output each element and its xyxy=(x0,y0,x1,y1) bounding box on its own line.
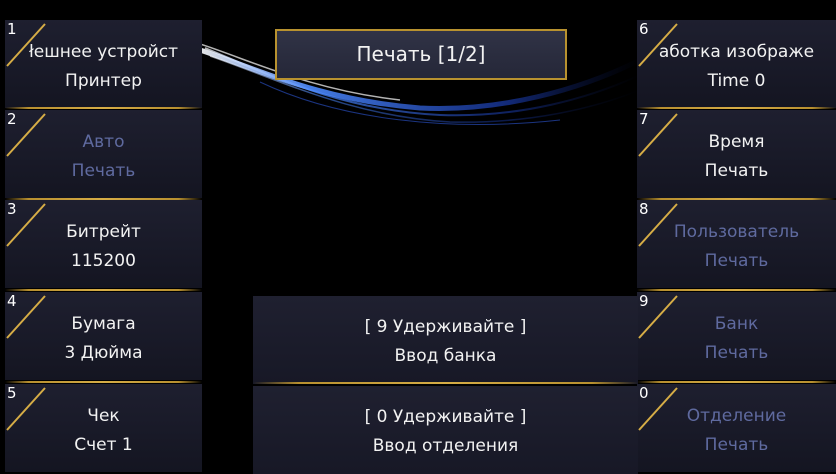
softkey-label: Отделение xyxy=(686,406,787,426)
softkey-8-user[interactable]: 8 Пользователь Печать xyxy=(637,200,836,288)
panel-label: Ввод банка xyxy=(394,346,497,366)
softkey-number: 2 xyxy=(7,110,17,128)
softkey-value: Печать xyxy=(704,251,769,271)
softkey-value: Счет 1 xyxy=(74,435,133,455)
softkey-label: Бумага xyxy=(71,314,136,334)
softkey-label: Авто xyxy=(82,132,125,152)
softkey-number: 1 xyxy=(7,20,17,38)
softkey-number: 6 xyxy=(639,20,649,38)
softkey-3-bitrate[interactable]: 3 Битрейт 115200 xyxy=(5,200,202,288)
softkey-value: 115200 xyxy=(71,251,136,271)
panel-label: Ввод отделения xyxy=(372,436,519,456)
softkey-number: 3 xyxy=(7,200,17,218)
page-title: Печать [1/2] xyxy=(275,29,567,80)
softkey-value: Печать xyxy=(704,161,769,181)
divider xyxy=(637,107,836,109)
softkey-5-receipt[interactable]: 5 Чек Счет 1 xyxy=(5,384,202,472)
branch-entry-panel: [ 0 Удерживайте ] Ввод отделения xyxy=(253,386,638,474)
softkey-number: 5 xyxy=(7,384,17,402)
softkey-6-image-processing[interactable]: 6 аботка изображе Time 0 xyxy=(637,20,836,108)
softkey-value: Печать xyxy=(704,435,769,455)
softkey-2-auto[interactable]: 2 Авто Печать xyxy=(5,110,202,198)
panel-hint: [ 0 Удерживайте ] xyxy=(364,407,527,427)
divider xyxy=(5,381,202,383)
softkey-7-time[interactable]: 7 Время Печать xyxy=(637,110,836,198)
divider xyxy=(637,289,836,291)
softkey-number: 9 xyxy=(639,292,649,310)
panel-hint: [ 9 Удерживайте ] xyxy=(364,317,527,337)
terminal-screen: Печать [1/2] 1 łешнее устройст Принтер 2… xyxy=(0,0,836,474)
divider xyxy=(5,107,202,109)
softkey-value: 3 Дюйма xyxy=(64,343,143,363)
softkey-4-paper[interactable]: 4 Бумага 3 Дюйма xyxy=(5,292,202,380)
softkey-value: Печать xyxy=(71,161,136,181)
softkey-value: Time 0 xyxy=(707,71,766,91)
softkey-label: Банк xyxy=(714,314,759,334)
softkey-label: łешнее устройст xyxy=(28,42,179,62)
softkey-number: 8 xyxy=(639,200,649,218)
softkey-label: аботка изображе xyxy=(658,42,815,62)
softkey-9-bank[interactable]: 9 Банк Печать xyxy=(637,292,836,380)
softkey-label: Пользователь xyxy=(673,222,800,242)
softkey-0-branch[interactable]: 0 Отделение Печать xyxy=(637,384,836,472)
softkey-label: Битрейт xyxy=(66,222,141,242)
divider xyxy=(253,382,638,384)
softkey-1-external-device[interactable]: 1 łешнее устройст Принтер xyxy=(5,20,202,108)
bank-entry-panel: [ 9 Удерживайте ] Ввод банка xyxy=(253,296,638,384)
softkey-value: Принтер xyxy=(65,71,142,91)
softkey-label: Время xyxy=(708,132,765,152)
softkey-number: 7 xyxy=(639,110,649,128)
softkey-label: Чек xyxy=(87,406,120,426)
divider xyxy=(5,289,202,291)
divider xyxy=(637,381,836,383)
softkey-value: Печать xyxy=(704,343,769,363)
softkey-number: 4 xyxy=(7,292,17,310)
softkey-number: 0 xyxy=(639,384,649,402)
